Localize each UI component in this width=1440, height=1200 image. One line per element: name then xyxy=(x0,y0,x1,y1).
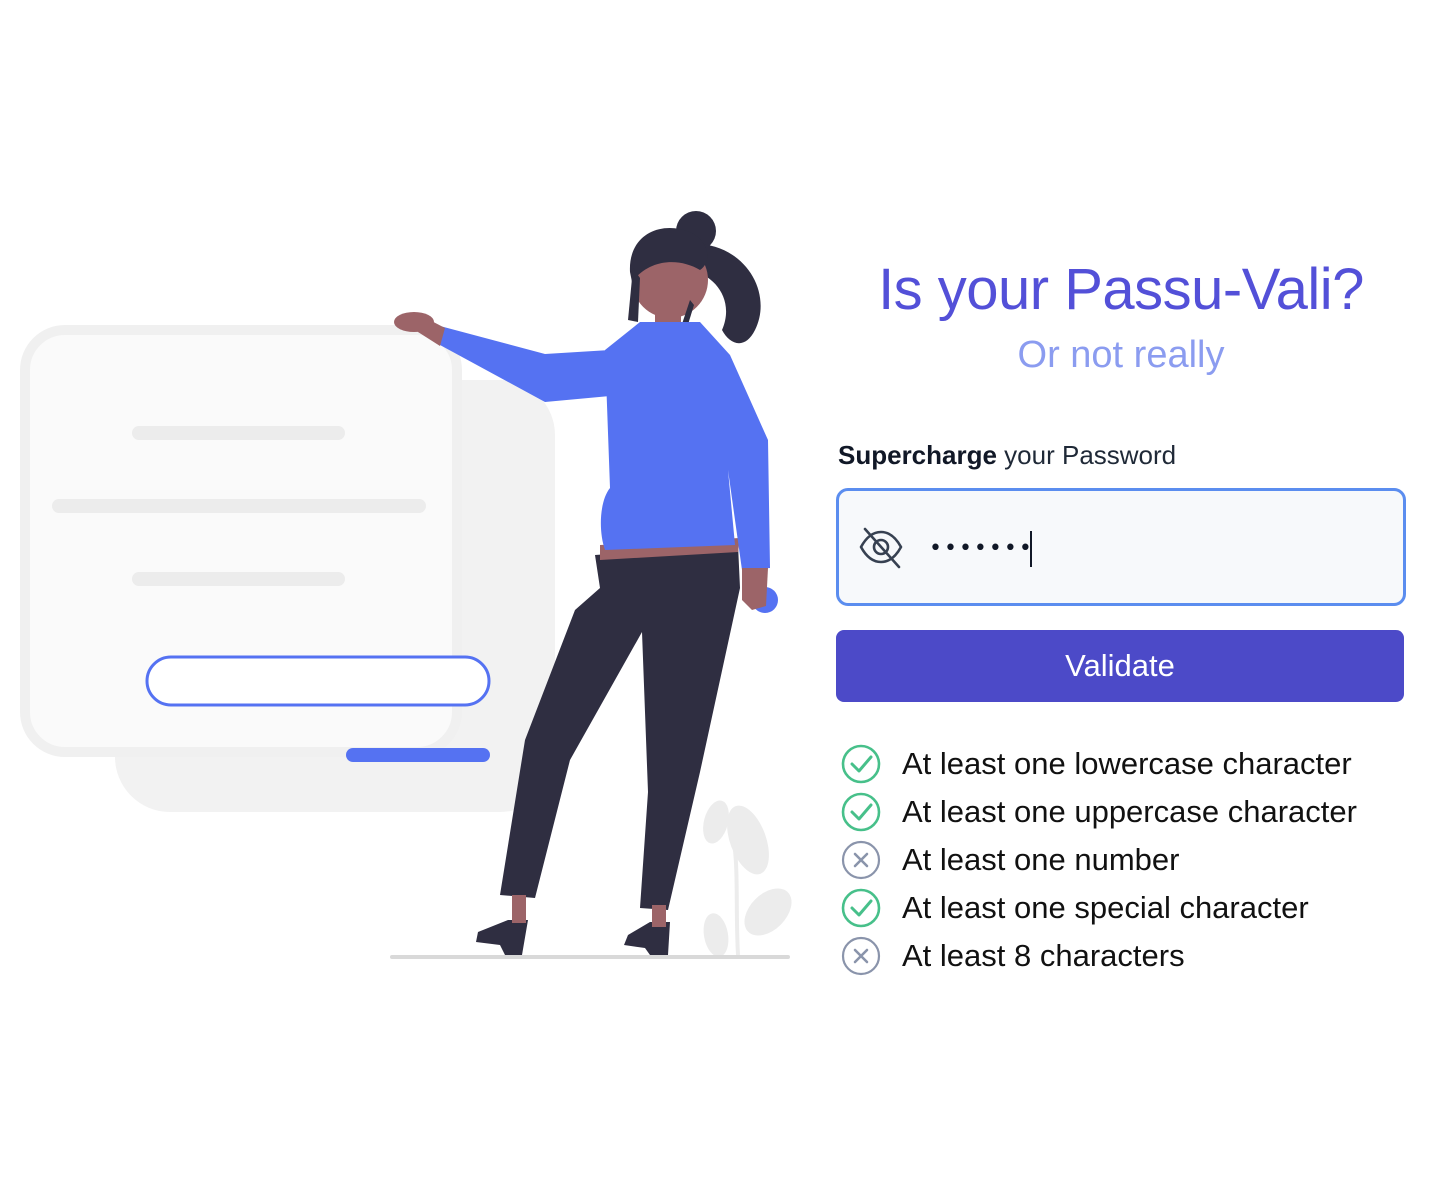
rule-text: At least 8 characters xyxy=(902,938,1185,973)
check-circle-icon xyxy=(841,744,881,784)
password-label-bold: Supercharge xyxy=(838,440,997,470)
login-illustration xyxy=(20,211,792,959)
rule-item: At least one number xyxy=(836,836,1406,884)
illustration-line xyxy=(132,572,345,586)
illustration-button xyxy=(346,748,490,762)
rule-item: At least one special character xyxy=(836,884,1406,932)
eye-off-icon[interactable] xyxy=(857,523,905,571)
rule-text: At least one lowercase character xyxy=(902,746,1352,781)
page-title: Is your Passu-Vali? xyxy=(878,257,1364,322)
rule-text: At least one uppercase character xyxy=(902,794,1357,829)
page: Is your Passu-Vali? Or not really Superc… xyxy=(0,0,1440,1200)
check-circle-icon xyxy=(841,792,881,832)
validator-panel: Is your Passu-Vali? Or not really Superc… xyxy=(836,250,1406,980)
floor-line xyxy=(390,955,790,959)
illustration-line xyxy=(52,499,426,513)
plant xyxy=(703,800,792,957)
password-label-rest: your Password xyxy=(996,440,1177,470)
rule-item: At least one lowercase character xyxy=(836,740,1406,788)
illustration-line xyxy=(132,426,345,440)
rule-list: At least one lowercase character At leas… xyxy=(836,740,1406,980)
rule-text: At least one number xyxy=(902,842,1180,877)
text-caret xyxy=(1030,531,1032,567)
validate-button[interactable]: Validate xyxy=(836,630,1404,702)
x-circle-icon xyxy=(841,936,881,976)
password-field xyxy=(836,488,1406,606)
x-circle-icon xyxy=(841,840,881,880)
password-input[interactable] xyxy=(929,521,1369,575)
page-subtitle: Or not really xyxy=(1017,334,1225,376)
rule-item: At least 8 characters xyxy=(836,932,1406,980)
rule-text: At least one special character xyxy=(902,890,1309,925)
illustration-input xyxy=(145,655,491,707)
check-circle-icon xyxy=(841,888,881,928)
password-label: Supercharge your Password xyxy=(836,440,1406,470)
rule-item: At least one uppercase character xyxy=(836,788,1406,836)
